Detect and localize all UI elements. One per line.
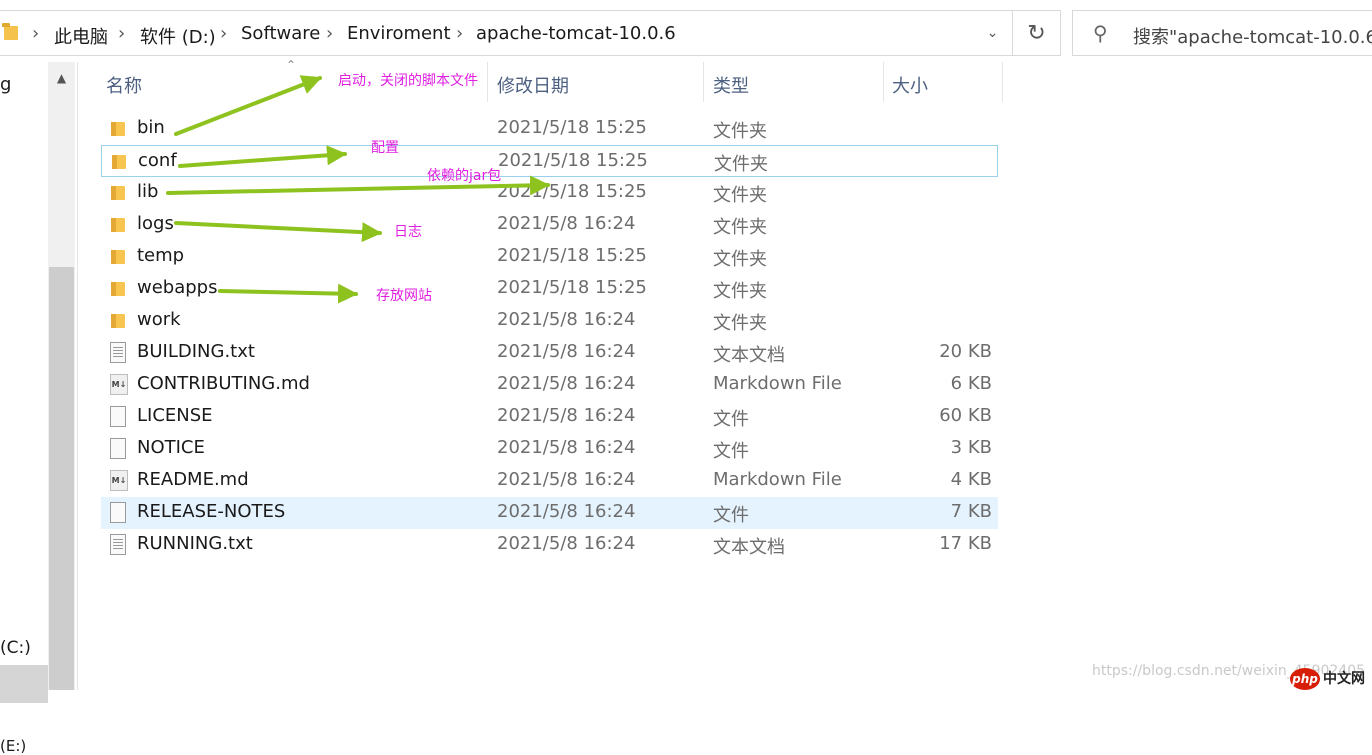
annotation-conf: 配置 <box>371 140 399 156</box>
arrow-lib <box>166 175 550 196</box>
annotation-webapps: 存放网站 <box>376 288 432 304</box>
annotation-lib: 依赖的jar包 <box>427 168 502 184</box>
arrow-bin <box>174 75 322 136</box>
arrow-logs <box>174 221 382 243</box>
php-logo: php <box>1290 668 1320 690</box>
php-site-label: 中文网 <box>1323 671 1365 687</box>
arrow-webapps <box>218 283 358 304</box>
nav-item-drive-e[interactable]: (E:) <box>0 737 26 755</box>
annotation-bin: 启动，关闭的脚本文件 <box>338 73 478 89</box>
annotation-arrows <box>166 75 550 304</box>
annotation-logs: 日志 <box>394 224 422 240</box>
arrow-conf <box>178 145 347 168</box>
